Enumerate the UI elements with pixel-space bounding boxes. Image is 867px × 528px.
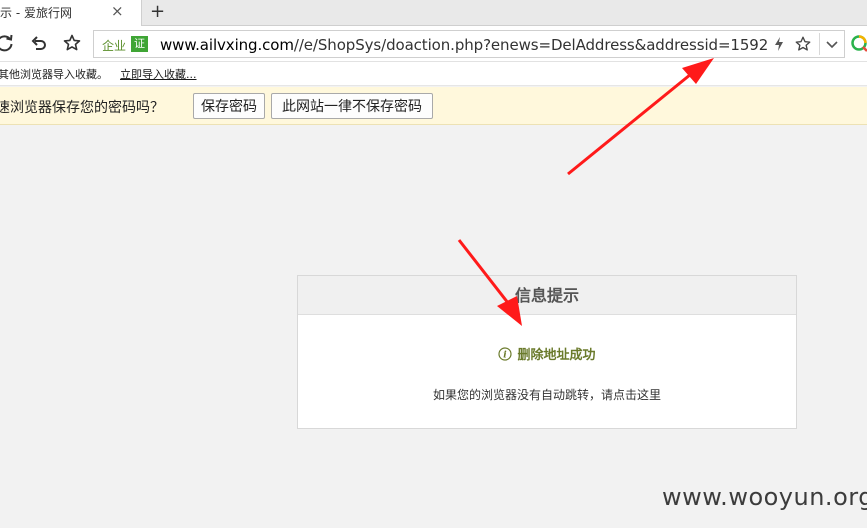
redirect-link[interactable]: 如果您的浏览器没有自动跳转，请点击这里 xyxy=(298,386,796,403)
new-tab-button[interactable]: + xyxy=(150,0,165,24)
message-line: i 删除地址成功 xyxy=(298,344,796,363)
password-save-question: 速浏览器保存您的密码吗？ xyxy=(0,100,164,116)
message-text: 删除地址成功 xyxy=(517,348,596,363)
info-icon: i xyxy=(498,347,513,361)
search-engine-icon[interactable] xyxy=(850,34,867,54)
certificate-badge-icon[interactable]: 证 xyxy=(131,36,148,52)
enterprise-label: 企业 xyxy=(102,39,127,53)
reload-icon[interactable] xyxy=(0,32,16,54)
tab-title: 示 - 爱旅行网 xyxy=(0,6,72,20)
bookmark-star-icon[interactable] xyxy=(794,35,812,53)
tab-strip: 示 - 爱旅行网 × + xyxy=(0,0,867,26)
svg-text:i: i xyxy=(504,351,508,361)
never-save-password-button[interactable]: 此网站一律不保存密码 xyxy=(271,93,433,119)
address-separator xyxy=(819,33,820,55)
tab-close-icon[interactable]: × xyxy=(111,2,124,20)
password-save-bar: 速浏览器保存您的密码吗？ 保存密码 此网站一律不保存密码 xyxy=(0,87,867,125)
import-bookmarks-text: 其他浏览器导入收藏。 xyxy=(0,68,108,81)
chevron-down-icon[interactable] xyxy=(824,36,840,52)
undo-icon[interactable] xyxy=(28,32,50,54)
bookmarks-bar: 其他浏览器导入收藏。 立即导入收藏... xyxy=(0,62,867,86)
browser-toolbar: 企业 证 www.ailvxing.com//e/ShopSys/doactio… xyxy=(0,26,867,62)
url-text[interactable]: www.ailvxing.com//e/ShopSys/doaction.php… xyxy=(160,36,768,54)
url-path: //e/ShopSys/doaction.php?enews=DelAddres… xyxy=(293,36,769,54)
url-host: www.ailvxing.com xyxy=(160,36,294,54)
lightning-icon[interactable] xyxy=(772,36,786,52)
import-bookmarks-link[interactable]: 立即导入收藏... xyxy=(120,66,197,82)
save-password-button[interactable]: 保存密码 xyxy=(193,93,265,119)
message-title: 信息提示 xyxy=(298,276,796,315)
info-message-box: 信息提示 i 删除地址成功 如果您的浏览器没有自动跳转，请点击这里 xyxy=(297,275,797,429)
address-bar[interactable]: 企业 证 www.ailvxing.com//e/ShopSys/doactio… xyxy=(93,30,845,58)
favorites-star-icon[interactable] xyxy=(61,32,83,54)
watermark: www.wooyun.org xyxy=(662,483,867,511)
browser-tab[interactable]: 示 - 爱旅行网 × xyxy=(0,0,142,26)
